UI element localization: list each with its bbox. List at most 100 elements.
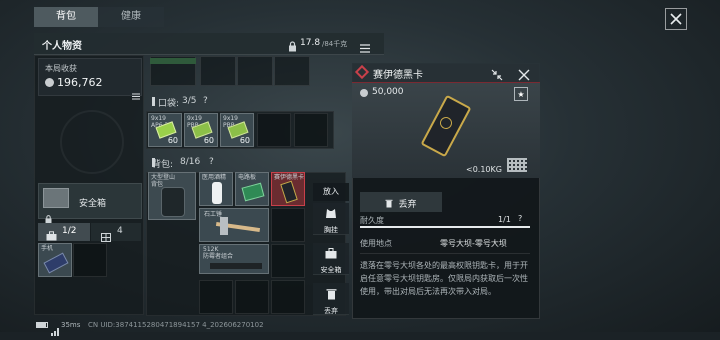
detail-discard-button[interactable]: 丢弃 <box>360 192 442 212</box>
ammo-qty: 60 <box>239 136 250 145</box>
detail-header: 赛伊德黑卡 <box>352 63 540 83</box>
safe-box[interactable]: 安全箱 <box>38 183 142 223</box>
coin-icon <box>45 78 54 87</box>
detail-title: 赛伊德黑卡 <box>373 70 423 81</box>
detail-discard-label: 丢弃 <box>398 200 417 210</box>
circuit-board-name: 电路板 <box>238 174 257 181</box>
backpack-slot[interactable] <box>199 280 233 314</box>
battery-icon <box>36 322 48 328</box>
pocket-count: 3/5 <box>182 96 197 106</box>
personal-header: 个人物资 17.8 /84千克 <box>34 33 384 55</box>
detail-description: 遗落在零号大坝各处的最高权限钥匙卡，用于开启任意零号大坝钥匙房。仅限局内获取后一… <box>360 261 528 296</box>
context-chest-label: 胸挂 <box>324 226 338 234</box>
context-chest-button[interactable]: 胸挂 <box>313 203 349 235</box>
pocket-label: 口袋: <box>158 99 180 109</box>
vest-icon <box>326 209 336 218</box>
ammo-qty: 60 <box>167 136 178 145</box>
black-card-name: 赛伊德黑卡 <box>274 174 305 181</box>
kit-image <box>210 263 262 269</box>
context-discard-label: 丢弃 <box>324 307 338 315</box>
context-discard-button[interactable]: 丢弃 <box>313 283 349 315</box>
lock-icon <box>288 37 297 56</box>
hammer-item[interactable]: 石工锤 <box>199 208 269 242</box>
detail-price: 50,000 <box>372 87 404 97</box>
pocket-header: 口袋: 3/5 ? <box>146 95 346 111</box>
safe-box-label: 安全箱 <box>79 199 107 209</box>
circuit-board-item[interactable]: 电路板 <box>235 172 269 206</box>
weight-capacity: /84千克 <box>322 40 348 48</box>
pocket-slot[interactable] <box>294 113 328 147</box>
backpack-count: 8/16 <box>180 157 201 167</box>
use-location-label: 使用地点 <box>360 239 392 248</box>
phone-label: 手机 <box>41 245 54 252</box>
trash-icon <box>385 199 393 208</box>
tab-health[interactable]: 健康 <box>98 7 164 27</box>
equip-slot[interactable] <box>274 56 310 86</box>
detail-preview: 50,000 ★ <0.10KG <box>352 83 540 178</box>
backpack-help[interactable]: ? <box>209 157 214 167</box>
context-place-header[interactable]: 放入 <box>313 183 349 201</box>
watermark-emblem <box>60 110 124 174</box>
context-safe-button[interactable]: 安全箱 <box>313 243 349 275</box>
backpack-image <box>161 187 185 217</box>
storage-tab-2[interactable]: 4 <box>91 223 141 242</box>
black-card-item[interactable]: 赛伊德黑卡 <box>271 172 305 206</box>
backpack-slot[interactable] <box>271 244 305 278</box>
alcohol-name: 医用酒精 <box>202 174 227 181</box>
phone-item[interactable]: 手机 <box>38 243 72 277</box>
bottle-image <box>212 182 222 204</box>
equip-slot[interactable] <box>200 56 236 86</box>
detail-divider <box>360 253 530 254</box>
weight-value: 17.8 <box>300 38 321 48</box>
tab-backpack[interactable]: 背包 <box>34 7 98 27</box>
storage-tab-1[interactable]: 1/2 <box>38 223 90 241</box>
favorite-star-icon[interactable]: ★ <box>514 87 528 101</box>
equip-slot[interactable] <box>237 56 273 86</box>
earnings-list-icon[interactable] <box>132 85 140 104</box>
earnings-box: 本局收获 196,762 <box>38 58 142 100</box>
large-backpack-item[interactable]: 大型登山 背包 <box>148 172 196 220</box>
storage-tab-1-label: 1/2 <box>62 226 77 236</box>
alcohol-item[interactable]: 医用酒精 <box>199 172 233 206</box>
durability-label: 耐久度 <box>360 216 384 225</box>
context-safe-label: 安全箱 <box>320 266 342 274</box>
durability-track <box>360 226 530 228</box>
pocket-help[interactable]: ? <box>203 96 208 106</box>
durability-value: 1/1 <box>498 215 511 224</box>
backpack-slot[interactable] <box>271 280 305 314</box>
storage-slot[interactable] <box>73 243 107 277</box>
backpack-header: 背包: 8/16 ? <box>146 156 346 172</box>
backpack-label: 背包: <box>152 160 174 170</box>
storage-tab-2-label: 4 <box>117 226 123 236</box>
ammo-item[interactable]: 9x19 PBP 60 <box>220 113 254 147</box>
ammo-item[interactable]: 9x19 PBP 60 <box>184 113 218 147</box>
backpack-slot[interactable] <box>271 208 305 242</box>
kit-item[interactable]: 512K 防霉者组合 <box>199 244 269 274</box>
detail-weight: <0.10KG <box>466 165 502 174</box>
pocket-slot[interactable] <box>257 113 291 147</box>
size-grid-icon <box>507 158 527 172</box>
backpack-slot[interactable] <box>235 280 269 314</box>
durability-help[interactable]: ? <box>518 214 522 223</box>
personal-title: 个人物资 <box>42 41 82 52</box>
card-image <box>280 180 298 204</box>
uid-text: CN UID:3874115280471894157 4_20260627010… <box>88 321 264 329</box>
durability-bar <box>360 226 530 228</box>
earnings-label: 本局收获 <box>45 64 77 73</box>
phone-image <box>43 252 69 274</box>
ammo-item[interactable]: 9x19 AP6.3 60 <box>148 113 182 147</box>
ammo-qty: 60 <box>203 136 214 145</box>
list-icon[interactable] <box>360 38 370 57</box>
equip-slot-indicator <box>150 58 196 64</box>
ping-value: 35ms <box>61 321 81 329</box>
kit-name: 512K 防霉者组合 <box>203 246 234 260</box>
safe-icon <box>325 248 337 259</box>
trash-icon <box>326 289 336 300</box>
close-icon <box>670 13 682 25</box>
circuit-image <box>241 182 265 202</box>
safe-box-icon <box>43 188 69 208</box>
close-button[interactable] <box>665 8 687 30</box>
earnings-value: 196,762 <box>57 76 103 89</box>
detail-coin-icon <box>360 89 368 97</box>
hammer-head <box>220 217 228 235</box>
